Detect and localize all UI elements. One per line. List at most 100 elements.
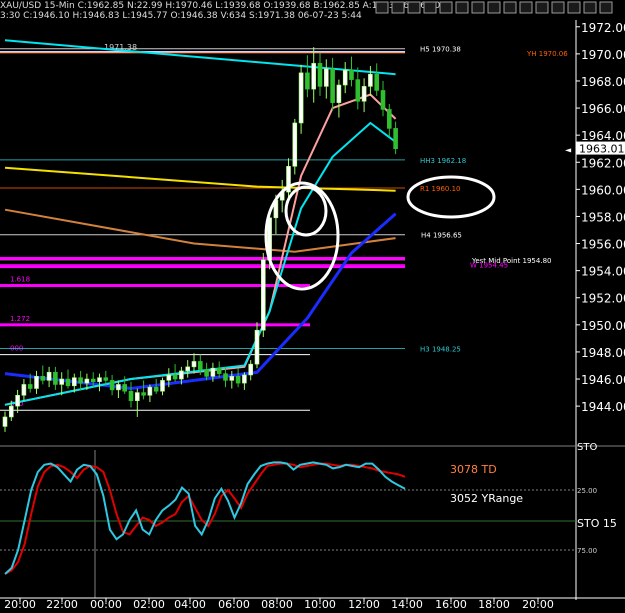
- x-tick-label: 14:00: [391, 598, 423, 609]
- candle-body: [160, 380, 165, 392]
- settings-icon[interactable]: [487, 1, 501, 14]
- chart-icon[interactable]: [455, 1, 469, 14]
- candle-body: [260, 259, 266, 331]
- candle-body: [59, 378, 65, 385]
- circle-icon[interactable]: [375, 1, 389, 14]
- candle-body: [204, 369, 209, 377]
- candle-body: [153, 386, 159, 392]
- candle-body: [336, 84, 342, 103]
- x-icon[interactable]: [567, 1, 581, 14]
- candle-body: [97, 377, 102, 383]
- candle-body: [65, 378, 71, 387]
- candle-body: [21, 384, 27, 396]
- price-level-label: H4 1956.65: [421, 232, 462, 240]
- candle-body: [292, 122, 298, 167]
- sto-tick-label: 75.00: [577, 547, 597, 555]
- candle-body: [27, 384, 33, 389]
- y-tick-label: 1966.00: [581, 102, 625, 116]
- candle-body: [210, 367, 216, 377]
- candle-body: [103, 377, 109, 381]
- x-tick-label: 16:00: [435, 598, 467, 609]
- close-icon[interactable]: [423, 1, 437, 14]
- candle-body: [393, 128, 398, 150]
- current-price-label: 1963.01: [579, 143, 625, 156]
- copy-icon[interactable]: [391, 1, 405, 14]
- candle-body: [229, 376, 235, 381]
- candle-body: [2, 416, 8, 427]
- candle-body: [166, 374, 172, 381]
- price-level-label: HH3 1962.18: [420, 157, 466, 165]
- candle-body: [374, 73, 380, 91]
- x-tick-label: 22:00: [46, 598, 78, 609]
- candle-body: [90, 378, 96, 383]
- candle-body: [185, 366, 190, 372]
- x-tick-label: 02:00: [133, 598, 165, 609]
- candle-body: [84, 378, 90, 384]
- candle-body: [179, 370, 184, 380]
- candle-body: [254, 329, 260, 365]
- candle-body: [122, 384, 127, 392]
- sto-title-label: STO: [577, 442, 597, 453]
- x-tick-label: 18:00: [478, 598, 510, 609]
- candle-body: [147, 386, 153, 396]
- candle-body: [191, 361, 197, 368]
- price-level-label: W 1954.45: [470, 262, 508, 270]
- sto-line: [4, 462, 406, 575]
- candle-body: [386, 109, 392, 129]
- candle-body: [305, 72, 310, 90]
- price-level-label: R1 1960.10: [420, 185, 461, 193]
- zoom-icon[interactable]: [439, 1, 453, 14]
- price-level-label: H5 1970.38: [420, 46, 461, 54]
- sto-value-label: STO 15: [577, 517, 617, 530]
- y-tick-label: 1960.00: [581, 183, 625, 197]
- candle-body: [311, 63, 317, 90]
- y-tick-label: 1958.00: [581, 210, 625, 224]
- candle-body: [235, 376, 241, 384]
- candle-body: [248, 363, 253, 376]
- grid-icon[interactable]: [519, 1, 533, 14]
- candle-body: [172, 374, 178, 380]
- candle-body: [34, 376, 39, 389]
- candle-body: [141, 392, 146, 396]
- arrow-icon[interactable]: [471, 1, 485, 14]
- price-level-label: YH 1970.06: [526, 50, 568, 58]
- y-tick-label: 1964.00: [581, 129, 625, 143]
- candle-body: [135, 392, 140, 402]
- y-tick-label: 1962.00: [581, 156, 625, 170]
- y-tick-label: 1944.00: [581, 400, 625, 414]
- fib-level-label: 1.618: [10, 276, 30, 284]
- arrow-right-icon[interactable]: [599, 1, 613, 14]
- y-tick-label: 1946.00: [581, 373, 625, 387]
- x-tick-label: 10:00: [304, 598, 336, 609]
- candle-body: [72, 377, 77, 387]
- y-tick-label: 1972.00: [581, 21, 625, 35]
- candle-body: [298, 72, 304, 124]
- candle-body: [128, 390, 134, 402]
- candle-body: [9, 405, 14, 418]
- bars-icon[interactable]: [551, 1, 565, 14]
- y-tick-label: 1956.00: [581, 238, 625, 252]
- note-icon[interactable]: [503, 1, 517, 14]
- candle-body: [361, 86, 367, 102]
- x-tick-label: 12:00: [348, 598, 380, 609]
- candle-body: [40, 376, 46, 381]
- candle-body: [53, 371, 58, 385]
- x-tick-label: 20:00: [4, 598, 36, 609]
- chart-window: XAU/USD 15-Min C:1962.85 N:22.99 H:1970.…: [0, 0, 625, 611]
- chart-canvas: XAU/USD 15-Min C:1962.85 N:22.99 H:1970.…: [0, 0, 625, 611]
- arrow-left-icon[interactable]: [583, 1, 597, 14]
- print-icon[interactable]: [407, 1, 421, 14]
- x-tick-label: 08:00: [261, 598, 293, 609]
- candle-body: [46, 371, 52, 381]
- candle-body: [368, 73, 373, 87]
- sto-line: [4, 461, 406, 575]
- x-tick-label: 06:00: [218, 598, 250, 609]
- y-tick-label: 1950.00: [581, 319, 625, 333]
- candle-body: [380, 90, 386, 110]
- candle-body: [109, 380, 115, 391]
- list-icon[interactable]: [535, 1, 549, 14]
- candle-body: [78, 377, 83, 384]
- sto-tick-label: 25.00: [577, 487, 597, 495]
- x-tick-label: 04:00: [174, 598, 206, 609]
- candle-body: [223, 373, 228, 381]
